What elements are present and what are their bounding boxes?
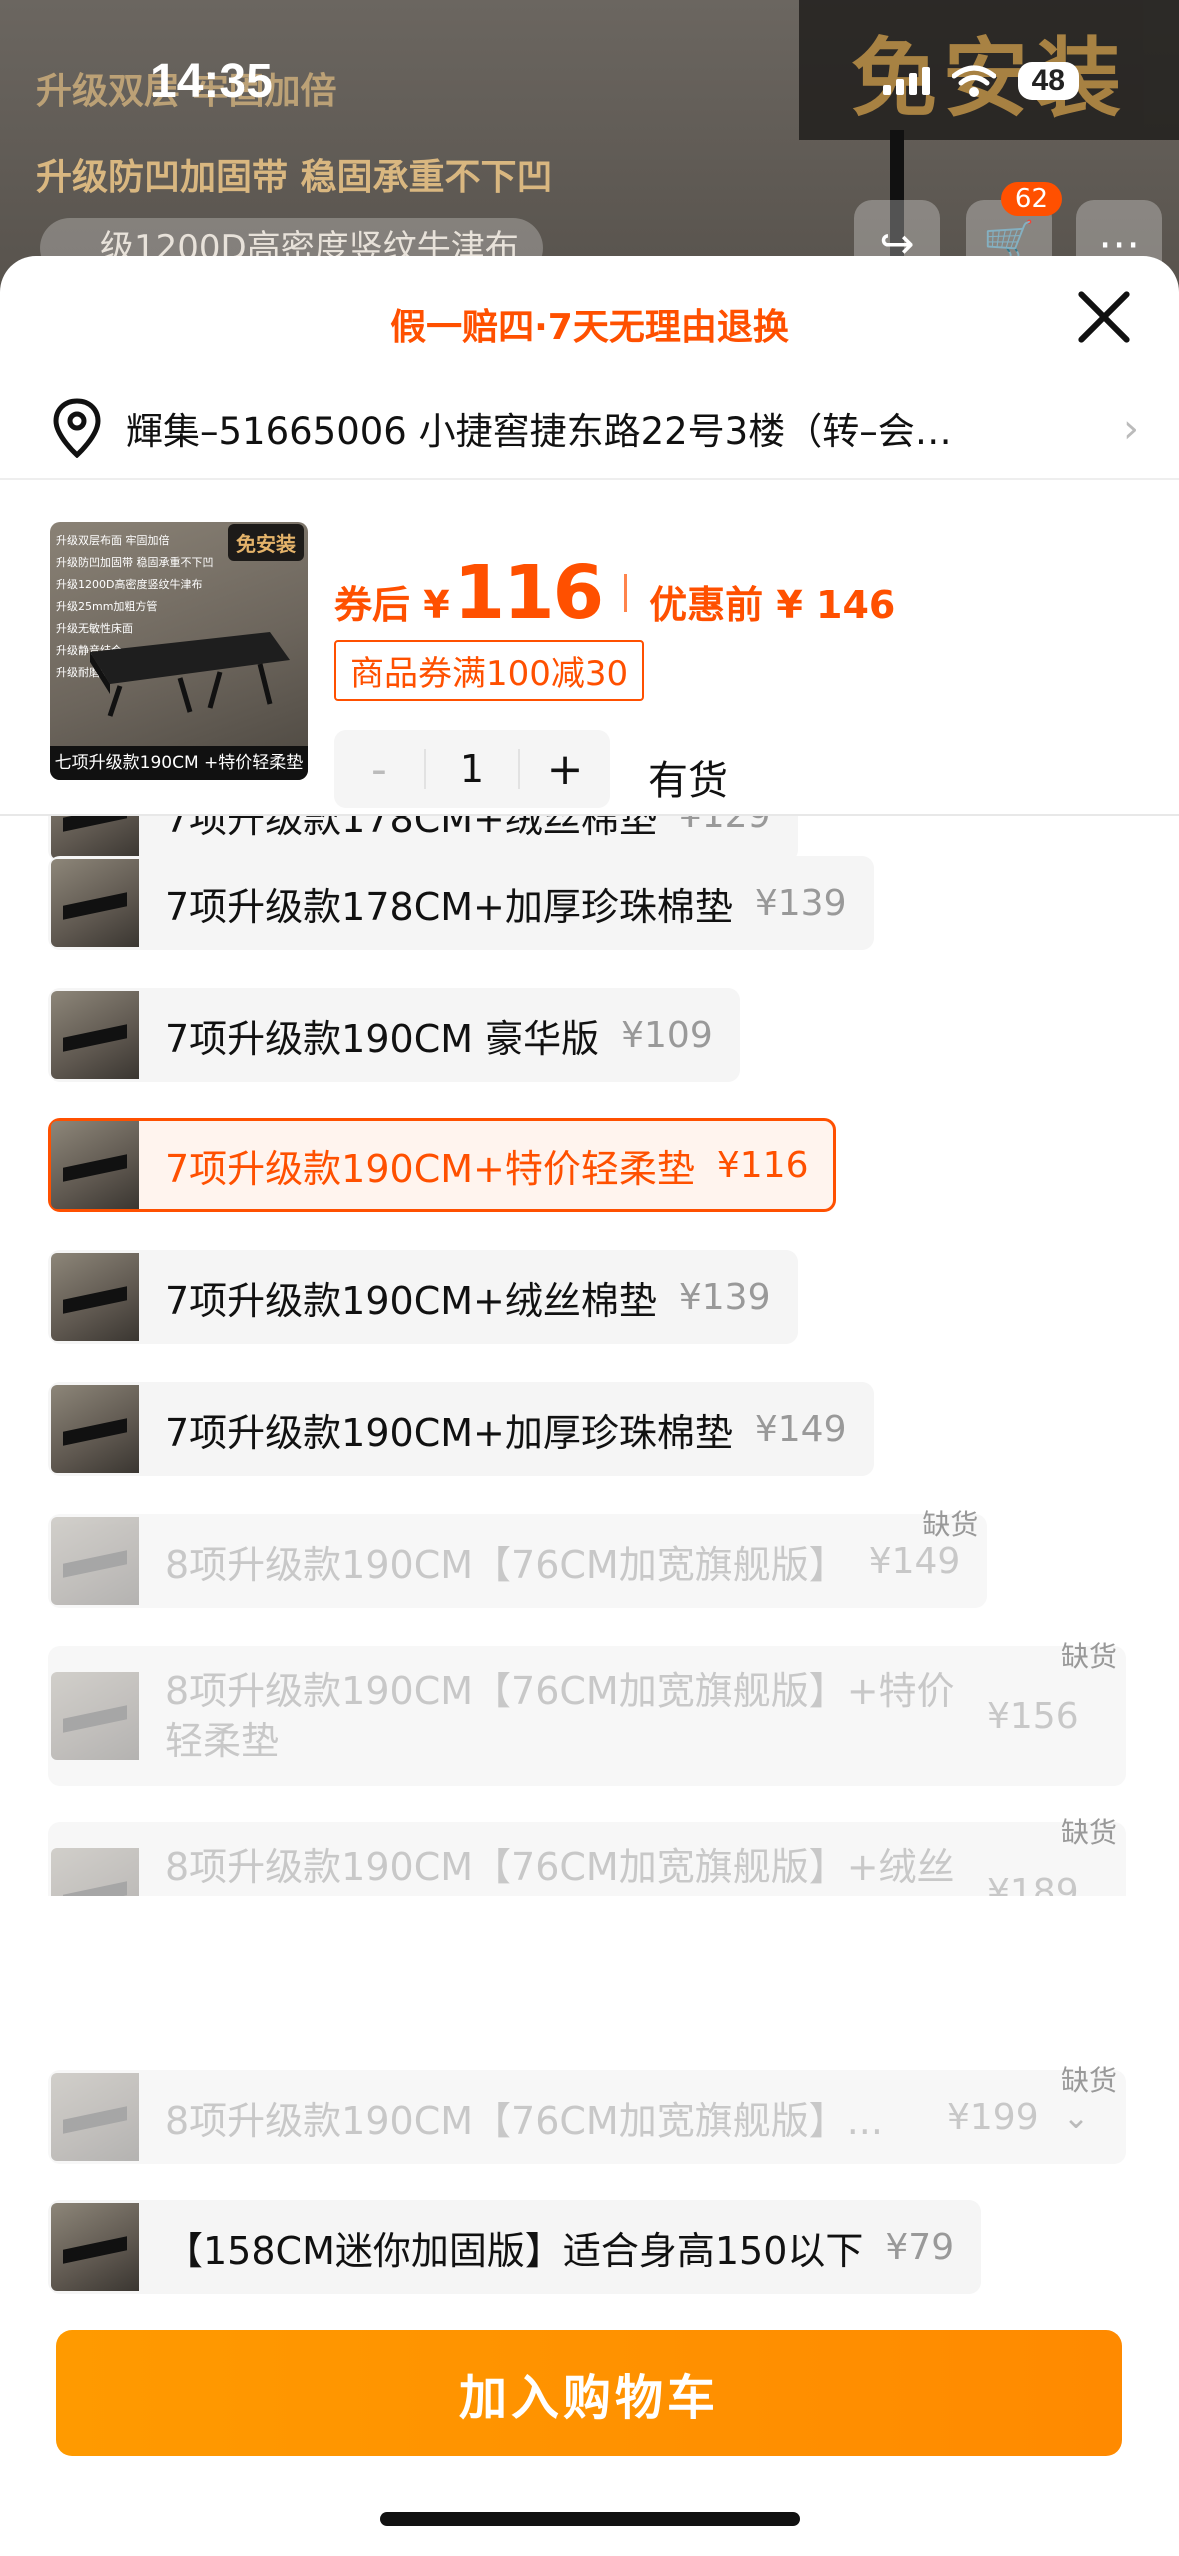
bg-promo-line-2: 升级防凹加固带 稳固承重不下凹 (36, 157, 553, 198)
sku-price: ¥199 (947, 2096, 1039, 2138)
coupon-tag[interactable]: 商品券满100减30 (334, 640, 645, 701)
sku-label: 8项升级款190CM【76CM加宽旗舰版】+绒丝棉垫 (165, 1845, 955, 1896)
status-time: 14:35 (150, 55, 273, 108)
price-separator (624, 574, 628, 612)
sku-thumbnail (51, 2203, 139, 2291)
sku-label: 7项升级款178CM+绒丝棉垫 (165, 816, 657, 841)
sku-price: ¥116 (716, 1144, 809, 1186)
sku-price: ¥149 (868, 1540, 961, 1582)
quantity-value[interactable]: 1 (424, 749, 520, 789)
price-row: 券后 ¥ 116 优惠前 ¥ 146 (334, 550, 895, 636)
sku-option-selected[interactable]: 7项升级款190CM+特价轻柔垫 ¥116 (48, 1118, 836, 1212)
chevron-down-icon[interactable]: ⌄ (1063, 2098, 1090, 2136)
wifi-icon (951, 65, 996, 97)
sku-selector-sheet: 假一赔四·7天无理由退换 輝集–51665006 小捷窖捷东路22号3楼（转–会… (0, 256, 1179, 2556)
home-indicator (380, 2512, 800, 2526)
sku-option-soldout[interactable]: 8项升级款190CM【76CM加宽旗舰版】 ¥149 缺货 (48, 1508, 988, 1608)
sku-price: ¥79 (885, 2226, 955, 2268)
quantity-stepper: - 1 + (334, 730, 610, 808)
sku-thumbnail (51, 1848, 139, 1896)
sku-label: 7项升级款190CM+绒丝棉垫 (165, 1278, 657, 1323)
sku-price: ¥139 (754, 882, 847, 924)
thumb-caption: 七项升级款190CM +特价轻柔垫 (50, 746, 308, 780)
sku-option-soldout[interactable]: 8项升级款190CM【76CM加宽旗舰版】+特价轻柔垫 ¥156 缺货 (48, 1640, 1126, 1786)
sku-price: ¥109 (621, 1014, 713, 1056)
sku-option[interactable]: 7项升级款190CM 豪华版 ¥109 (48, 988, 740, 1082)
signal-icon (882, 67, 930, 95)
sku-thumbnail (51, 859, 139, 947)
soldout-badge: 缺货 (1060, 1640, 1117, 1673)
sku-option[interactable]: 7项升级款190CM+加厚珍珠棉垫 ¥149 (48, 1382, 874, 1476)
status-icons: 48 (882, 62, 1079, 100)
status-bar: 14:35 48 (0, 0, 1179, 150)
sku-label: 8项升级款190CM【76CM加宽旗舰版】+特价轻柔垫 (165, 1669, 955, 1763)
product-summary: 升级双层布面 牢固加倍 升级防凹加固带 稳固承重不下凹 升级1200D高密度竖纹… (0, 480, 1179, 816)
delivery-address[interactable]: 輝集–51665006 小捷窖捷东路22号3楼（转–会… › (0, 378, 1179, 478)
battery-indicator: 48 (1017, 62, 1079, 100)
sku-thumbnail (51, 991, 139, 1079)
increase-button[interactable]: + (520, 744, 610, 795)
thumb-line: 升级1200D高密度竖纹牛津布 (56, 578, 203, 591)
sku-option-list: 7项升级款178CM+绒丝棉垫 ¥129 7项升级款178CM+加厚珍珠棉垫 ¥… (0, 816, 1179, 1896)
sku-price: ¥189 (987, 1871, 1079, 1897)
chevron-right-icon: › (1123, 406, 1139, 452)
sku-thumbnail (51, 816, 139, 859)
sku-label: 7项升级款178CM+加厚珍珠棉垫 (165, 884, 733, 929)
sku-thumbnail (51, 1121, 139, 1209)
original-price: 优惠前 ¥ 146 (649, 583, 896, 627)
sku-label: 7项升级款190CM+加厚珍珠棉垫 (165, 1410, 733, 1455)
add-to-cart-button[interactable]: 加入购物车 (56, 2330, 1122, 2456)
price-value: 116 (453, 550, 604, 636)
guarantee-text: 假一赔四·7天无理由退换 (390, 307, 789, 348)
sku-thumbnail (51, 1672, 139, 1760)
address-text: 輝集–51665006 小捷窖捷东路22号3楼（转–会… (126, 410, 952, 453)
soldout-badge: 缺货 (1060, 2064, 1117, 2097)
sku-label: 8项升级款190CM【76CM加宽旗舰版】... (165, 2098, 883, 2143)
sku-label: 8项升级款190CM【76CM加宽旗舰版】 (165, 1542, 847, 1587)
sku-price: ¥129 (679, 816, 771, 836)
sku-label: 7项升级款190CM 豪华版 (165, 1016, 600, 1061)
stock-status: 有货 (648, 758, 728, 804)
sku-option-soldout[interactable]: 8项升级款190CM【76CM加宽旗舰版】... ¥199 ⌄ 缺货 (48, 2064, 1126, 2164)
thumb-line: 升级双层布面 牢固加倍 (56, 534, 170, 547)
sku-option-soldout[interactable]: 8项升级款190CM【76CM加宽旗舰版】+绒丝棉垫 ¥189 缺货 (48, 1816, 1126, 1897)
product-thumbnail[interactable]: 升级双层布面 牢固加倍 升级防凹加固带 稳固承重不下凹 升级1200D高密度竖纹… (50, 522, 308, 780)
sku-thumbnail (51, 1253, 139, 1341)
decrease-button[interactable]: - (334, 744, 424, 795)
sku-label: 7项升级款190CM+特价轻柔垫 (165, 1146, 695, 1191)
sku-option[interactable]: 7项升级款190CM+绒丝棉垫 ¥139 (48, 1250, 798, 1344)
sku-thumbnail (51, 1385, 139, 1473)
sku-thumbnail (51, 2073, 139, 2161)
sku-thumbnail (51, 1517, 139, 1605)
location-pin-icon (53, 398, 101, 458)
price-prefix: 券后 ¥ (334, 583, 450, 627)
sku-price: ¥139 (678, 1276, 771, 1318)
soldout-badge: 缺货 (922, 1508, 979, 1541)
sku-option[interactable]: 7项升级款178CM+加厚珍珠棉垫 ¥139 (48, 856, 874, 950)
soldout-badge: 缺货 (1060, 1816, 1117, 1849)
close-icon[interactable] (1073, 286, 1135, 348)
sku-label: 【158CM迷你加固版】适合身高150以下 (165, 2228, 864, 2273)
thumb-line: 升级防凹加固带 稳固承重不下凹 (56, 556, 214, 569)
sku-option[interactable]: 【158CM迷你加固版】适合身高150以下 ¥79 (48, 2200, 982, 2294)
cart-count-badge: 62 (1000, 182, 1062, 216)
folding-bed-image (90, 632, 290, 717)
sku-price: ¥156 (987, 1695, 1079, 1737)
thumb-tag: 免安装 (228, 524, 304, 561)
sku-price: ¥149 (754, 1408, 847, 1450)
